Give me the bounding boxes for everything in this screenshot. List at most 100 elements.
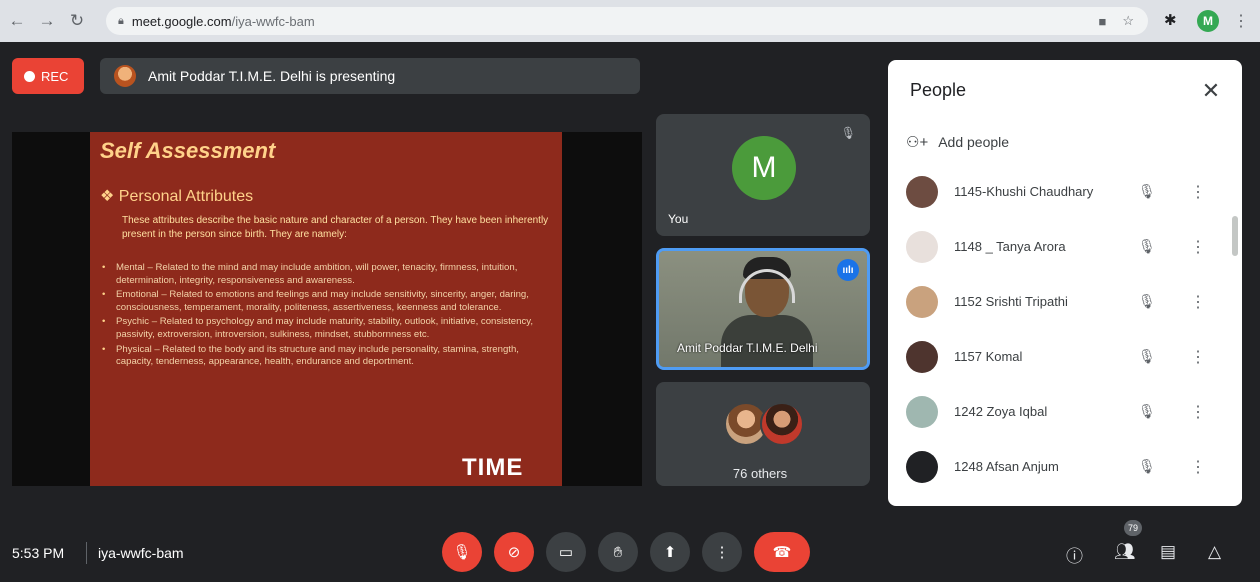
more-options-icon[interactable]: ⋮ — [1190, 292, 1206, 312]
extensions-icon[interactable]: ✱ — [1164, 11, 1177, 29]
control-bar: 5:53 PM iya-wwfc-bam 🎙︎ ⊘ ▭ ✋︎ ⬆ ⋮ ☎︎ ⓘ … — [0, 520, 1260, 582]
others-avatars — [724, 402, 806, 446]
mic-off-icon: 🎙︎ — [1138, 458, 1156, 474]
more-options-icon[interactable]: ⋮ — [1190, 347, 1206, 367]
more-options-icon: ⋮ — [714, 544, 730, 561]
recording-badge: REC — [12, 58, 84, 94]
divider — [86, 542, 87, 564]
add-people-label: Add people — [938, 134, 1010, 150]
slide-title: Self Assessment — [100, 138, 276, 163]
list-item[interactable]: 1242 Zoya Iqbal 🎙︎ ⋮ — [888, 384, 1242, 439]
browser-toolbar: ← → ↻ 🔒︎ meet.google.com /iya-wwfc-bam ■… — [0, 0, 1260, 42]
raise-hand-button[interactable]: ✋︎ — [598, 532, 638, 572]
slide-subtitle: ❖ Personal Attributes — [100, 188, 254, 205]
close-icon[interactable]: ✕ — [1198, 78, 1224, 104]
time-logo: TIME — [462, 454, 524, 481]
add-person-icon: ⚇+ — [906, 134, 929, 151]
meeting-code: iya-wwfc-bam — [98, 545, 184, 561]
slide-intro: These attributes describe the basic natu… — [122, 215, 549, 240]
bookmark-star-icon[interactable]: ☆ — [1122, 13, 1134, 29]
activities-icon[interactable]: △ — [1208, 542, 1221, 562]
participant-name: 1242 Zoya Iqbal — [954, 404, 1048, 419]
more-options-icon[interactable]: ⋮ — [1190, 402, 1206, 422]
list-item[interactable]: 1145-Khushi Chaudhary 🎙︎ ⋮ — [888, 164, 1242, 219]
address-bar[interactable]: 🔒︎ meet.google.com /iya-wwfc-bam ■ ☆ — [106, 7, 1148, 35]
captions-icon: ▭ — [558, 544, 574, 561]
info-icon[interactable]: ⓘ — [1066, 542, 1083, 567]
tile-you[interactable]: M 🎙︎ You — [656, 114, 870, 236]
reload-icon[interactable]: ↻ — [64, 8, 90, 34]
presenting-text: Amit Poddar T.I.M.E. Delhi is presenting — [148, 68, 396, 84]
more-options-icon[interactable]: ⋮ — [1190, 457, 1206, 477]
camera-toggle-button[interactable]: ⊘ — [494, 532, 534, 572]
avatar — [760, 402, 804, 446]
participant-name: 1148 _ Tanya Arora — [954, 239, 1066, 254]
mic-off-icon: 🎙︎ — [1138, 348, 1156, 364]
mic-off-icon: 🎙︎ — [1138, 183, 1156, 199]
avatar — [906, 230, 938, 263]
avatar — [906, 175, 938, 208]
participant-name: 1152 Srishti Tripathi — [954, 294, 1068, 309]
slide-bullet: Mental – Related to the mind and may inc… — [100, 262, 556, 287]
hand-icon: ✋︎ — [613, 543, 623, 561]
present-button[interactable]: ⬆ — [650, 532, 690, 572]
presentation-slide: Self Assessment ❖ Personal Attributes Th… — [90, 132, 562, 486]
slide-bullets: Mental – Related to the mind and may inc… — [100, 262, 556, 371]
chat-icon[interactable]: ▤ — [1160, 542, 1176, 562]
avatar — [906, 450, 938, 483]
tile-presenter[interactable]: ıılı Amit Poddar T.I.M.E. Delhi — [656, 248, 870, 370]
forward-icon[interactable]: → — [34, 8, 60, 34]
tile-label: You — [668, 212, 689, 226]
lock-icon: 🔒︎ — [118, 14, 124, 27]
people-count-badge: 79 — [1124, 520, 1142, 536]
mic-off-icon: 🎙︎ — [452, 544, 472, 561]
panel-title: People — [910, 80, 967, 100]
leave-call-button[interactable]: ☎︎ — [754, 532, 810, 572]
more-options-icon[interactable]: ⋮ — [1190, 182, 1206, 202]
present-screen-icon: ⬆ — [663, 544, 677, 561]
back-icon[interactable]: ← — [4, 8, 30, 34]
tile-others[interactable]: 76 others — [656, 382, 870, 486]
url-host: meet.google.com — [131, 13, 232, 29]
avatar — [906, 395, 938, 428]
omnibox-actions: ■ ☆ — [1098, 7, 1134, 35]
speaking-indicator-icon: ıılı — [837, 259, 859, 281]
record-dot-icon — [24, 70, 35, 82]
mic-off-icon: 🎙︎ — [1138, 293, 1156, 309]
camera-off-icon: ⊘ — [507, 544, 521, 561]
add-people-button[interactable]: ⚇+ Add people — [906, 130, 1009, 154]
mic-toggle-button[interactable]: 🎙︎ — [442, 532, 482, 572]
slide-bullet: Psychic – Related to psychology and may … — [100, 316, 556, 341]
others-label: 76 others — [732, 466, 788, 481]
mic-off-icon: 🎙︎ — [1138, 238, 1156, 254]
participant-name: 1248 Afsan Anjum — [954, 459, 1059, 474]
scrollbar[interactable] — [1232, 216, 1238, 256]
avatar: M — [732, 136, 796, 200]
browser-menu-icon[interactable]: ⋮ — [1233, 11, 1249, 31]
camera-permission-icon[interactable]: ■ — [1098, 14, 1106, 29]
rec-label: REC — [41, 68, 69, 84]
slide-bullet: Physical – Related to the body and its s… — [100, 344, 556, 369]
hang-up-icon: ☎︎ — [772, 544, 792, 561]
mic-off-icon: 🎙︎ — [1138, 403, 1156, 419]
profile-avatar[interactable]: M — [1197, 10, 1219, 32]
more-options-icon[interactable]: ⋮ — [1190, 237, 1206, 257]
tile-label: Amit Poddar T.I.M.E. Delhi — [677, 341, 818, 355]
list-item[interactable]: 1248 Afsan Anjum 🎙︎ ⋮ — [888, 439, 1242, 494]
captions-button[interactable]: ▭ — [546, 532, 586, 572]
slide-bullet: Emotional – Related to emotions and feel… — [100, 289, 556, 314]
participant-name: 1145-Khushi Chaudhary — [954, 184, 1094, 199]
url-path: /iya-wwfc-bam — [231, 13, 315, 29]
slide-subtitle-text: Personal Attributes — [118, 188, 254, 205]
meet-stage: REC Amit Poddar T.I.M.E. Delhi is presen… — [0, 42, 1260, 582]
people-panel: People ✕ ⚇+ Add people 1145-Khushi Chaud… — [888, 60, 1242, 506]
meeting-time: 5:53 PM — [12, 545, 65, 561]
more-options-button[interactable]: ⋮ — [702, 532, 742, 572]
avatar — [906, 340, 938, 373]
list-item[interactable]: 1152 Srishti Tripathi 🎙︎ ⋮ — [888, 274, 1242, 329]
list-item[interactable]: 1157 Komal 🎙︎ ⋮ — [888, 329, 1242, 384]
avatar — [906, 285, 938, 318]
people-icon[interactable]: 👥︎ — [1114, 542, 1136, 562]
list-item[interactable]: 1148 _ Tanya Arora 🎙︎ ⋮ — [888, 219, 1242, 274]
presenting-banner: Amit Poddar T.I.M.E. Delhi is presenting — [100, 58, 640, 94]
